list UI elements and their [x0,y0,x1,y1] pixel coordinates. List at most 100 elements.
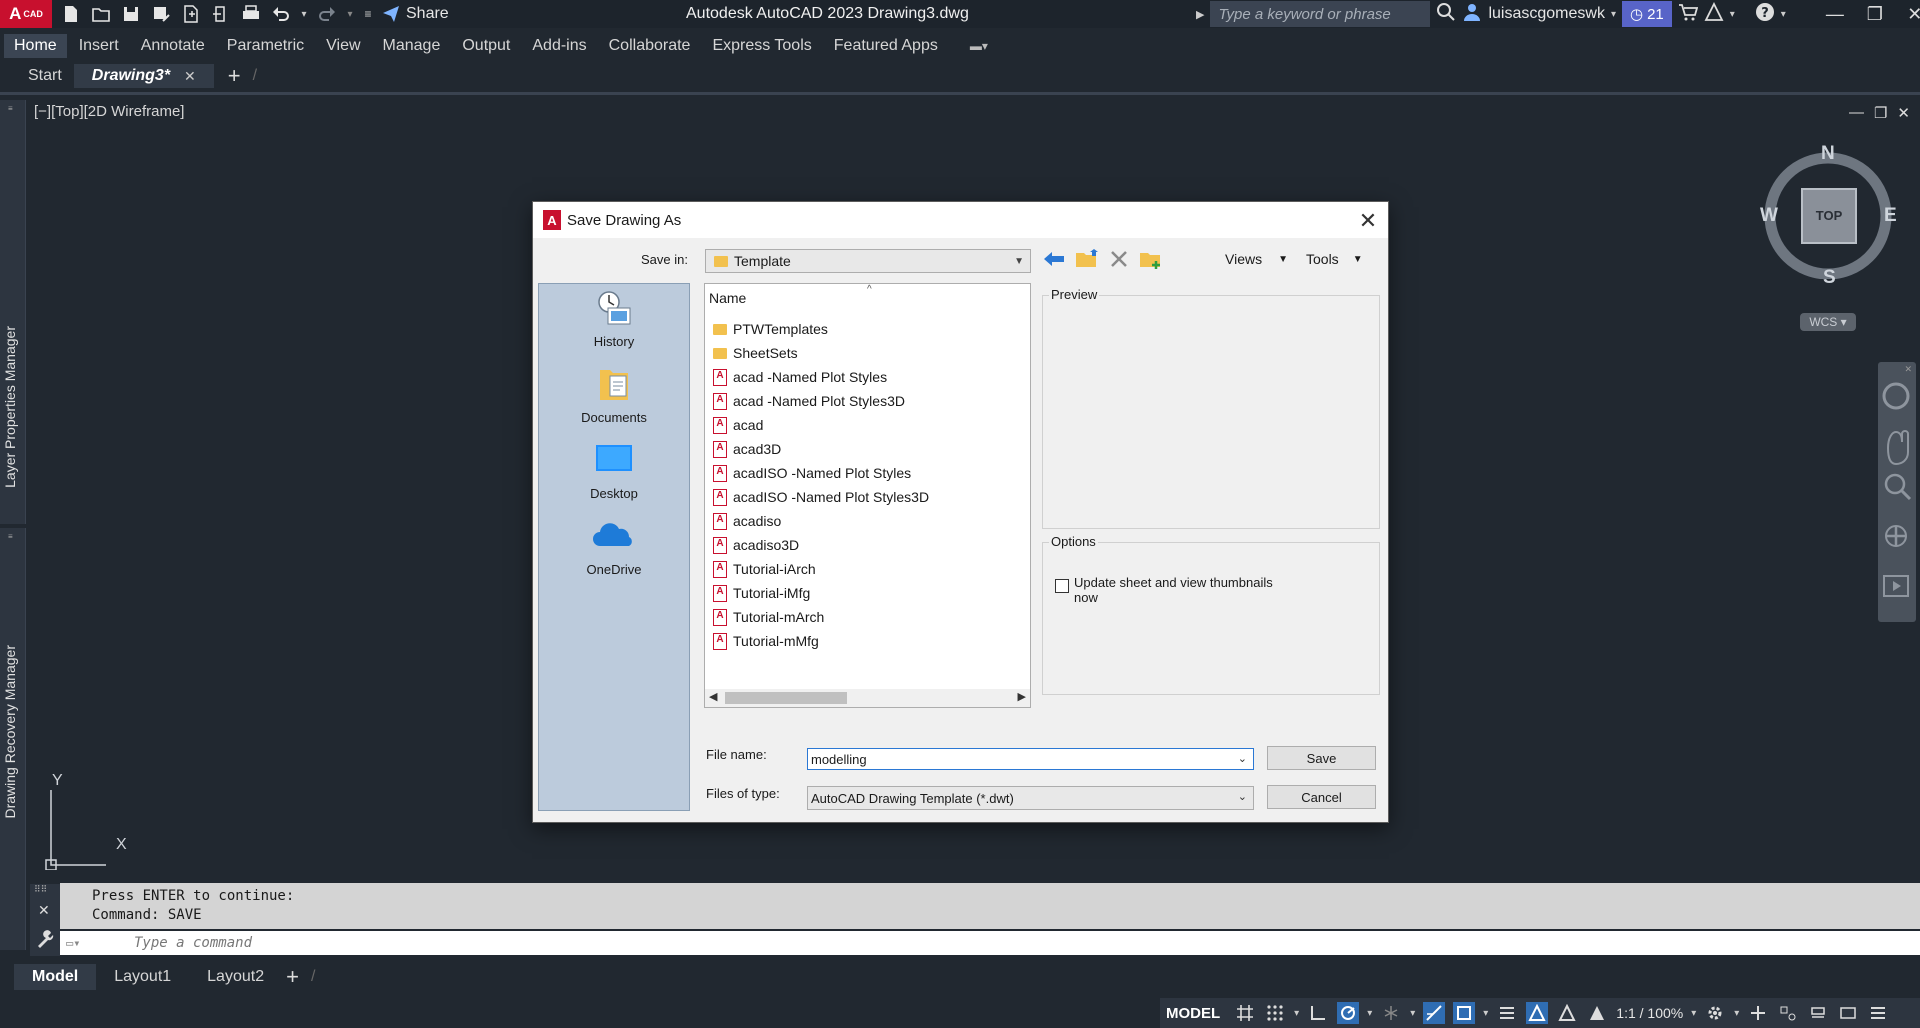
files-of-type-dropdown[interactable]: AutoCAD Drawing Template (*.dwt) ⌄ [807,786,1254,810]
app-menu-button[interactable]: A CAD [0,0,52,28]
undo-dropdown-icon[interactable]: ▾ [298,2,310,26]
annotation-scale-value[interactable]: 1:1 / 100% [1616,1005,1683,1021]
list-item[interactable]: PTWTemplates [713,318,828,340]
cancel-button[interactable]: Cancel [1267,785,1376,809]
object-snap-icon[interactable] [1453,1002,1476,1024]
tab-home[interactable]: Home [4,34,67,58]
list-item[interactable]: Aacad3D [713,438,781,460]
list-item[interactable]: AacadISO -Named Plot Styles [713,462,911,484]
list-item[interactable]: Aacad -Named Plot Styles3D [713,390,905,412]
help-dropdown-icon[interactable]: ▾ [1781,9,1786,20]
autodesk-app-icon[interactable] [1704,1,1724,27]
viewport-close-icon[interactable]: ✕ [1897,104,1910,122]
redo-icon[interactable] [314,2,340,26]
views-menu-button[interactable]: Views ▼ [1225,251,1288,267]
file-list[interactable]: ^ Name PTWTemplates SheetSets Aacad -Named… [704,283,1031,708]
tab-manage[interactable]: Manage [373,34,451,58]
dialog-title-bar[interactable]: A Save Drawing As ✕ [533,202,1388,238]
place-desktop[interactable]: Desktop [539,442,689,501]
update-thumbnails-checkbox[interactable] [1055,579,1069,593]
viewcube-east[interactable]: E [1884,205,1897,227]
viewcube-north[interactable]: N [1821,143,1835,165]
list-item[interactable]: Aacadiso3D [713,534,799,556]
user-name[interactable]: luisascgomeswk [1488,5,1604,23]
tab-view[interactable]: View [316,34,370,58]
scroll-left-icon[interactable]: ◀ [709,690,717,703]
list-item[interactable]: A Tutorial-mArch [713,606,824,628]
place-documents[interactable]: Documents [539,366,689,425]
tab-featured-apps[interactable]: Featured Apps [824,34,948,58]
redo-dropdown-icon[interactable]: ▾ [344,2,356,26]
close-tab-icon[interactable]: ✕ [184,68,196,85]
auto-scale-icon[interactable] [1556,1002,1578,1024]
plot-icon[interactable] [238,2,264,26]
user-icon[interactable] [1462,2,1482,27]
new-folder-icon[interactable] [1139,249,1163,274]
tab-express-tools[interactable]: Express Tools [702,34,821,58]
save-button[interactable]: Save [1267,746,1376,770]
list-item[interactable]: SheetSets [713,342,798,364]
isodraft-dropdown-icon[interactable]: ▾ [1410,1008,1415,1019]
new-file-icon[interactable] [58,2,84,26]
tab-parametric[interactable]: Parametric [217,34,314,58]
ribbon-display-toggle-icon[interactable]: ▬▾ [970,39,988,53]
close-window-icon[interactable]: ✕ [1898,0,1920,28]
app-dropdown-icon[interactable]: ▾ [1730,9,1735,20]
layer-properties-palette[interactable]: ≡ Layer Properties Manager [0,100,26,524]
new-tab-icon[interactable]: + [228,63,241,89]
tab-insert[interactable]: Insert [69,34,129,58]
list-item[interactable]: Aacad [713,414,763,436]
viewcube-top-face[interactable]: TOP [1807,208,1851,223]
drawing-recovery-palette[interactable]: ≡ Drawing Recovery Manager [0,528,26,950]
workspace-gear-icon[interactable] [1704,1002,1726,1024]
tab-start[interactable]: Start [0,64,74,88]
tab-add-ins[interactable]: Add-ins [522,34,596,58]
up-folder-icon[interactable] [1075,249,1099,274]
object-snap-tracking-icon[interactable] [1423,1002,1446,1024]
viewcube-south[interactable]: S [1823,267,1836,289]
palette-grip-icon[interactable]: ≡ [8,532,13,541]
dialog-close-icon[interactable]: ✕ [1356,208,1380,234]
viewport-restore-icon[interactable]: ❐ [1874,104,1887,122]
save-as-icon[interactable] [148,2,174,26]
search-icon[interactable] [1436,2,1456,27]
tab-model[interactable]: Model [14,964,97,990]
polar-dropdown-icon[interactable]: ▾ [1367,1008,1372,1019]
tab-collaborate[interactable]: Collaborate [599,34,701,58]
tab-drawing3[interactable]: Drawing3* ✕ [73,64,214,88]
share-button[interactable]: Share [382,5,449,23]
viewport-minimize-icon[interactable]: — [1849,104,1864,122]
units-icon[interactable] [1777,1002,1799,1024]
delete-icon[interactable] [1109,249,1129,274]
viewcube[interactable]: N S E W TOP [1760,143,1897,288]
isodraft-icon[interactable] [1380,1002,1402,1024]
chevron-down-icon[interactable]: ⌄ [1238,752,1247,765]
cart-icon[interactable] [1678,2,1698,27]
list-item[interactable]: Aacadiso [713,510,781,532]
palette-grip-icon[interactable]: ≡ [8,104,13,113]
minimize-icon[interactable]: — [1818,0,1852,28]
user-dropdown-icon[interactable]: ▾ [1611,9,1616,20]
tab-layout2[interactable]: Layout2 [189,964,282,990]
list-item[interactable]: A Tutorial-iArch [713,558,816,580]
tab-layout1[interactable]: Layout1 [96,964,189,990]
open-web-icon[interactable] [178,2,204,26]
customize-qat-icon[interactable]: ≡ [360,2,376,26]
viewport-controls-label[interactable]: [−][Top][2D Wireframe] [34,103,184,120]
scale-dropdown-icon[interactable]: ▾ [1691,1008,1696,1019]
back-arrow-icon[interactable] [1043,250,1065,273]
command-input[interactable]: ▭▾ Type a command [60,931,1920,955]
new-layout-icon[interactable]: + [286,964,299,990]
viewcube-west[interactable]: W [1760,205,1778,227]
hardware-acceleration-icon[interactable] [1807,1002,1829,1024]
workspace-dropdown-icon[interactable]: ▾ [1734,1008,1739,1019]
ortho-icon[interactable] [1307,1002,1329,1024]
place-history[interactable]: History [539,290,689,349]
update-thumbnails-label[interactable]: Update sheet and view thumbnails now [1074,575,1274,605]
file-name-input[interactable]: modelling ⌄ [807,748,1254,770]
annotation-monitor-icon[interactable] [1747,1002,1769,1024]
trial-days-badge[interactable]: ◷ 21 [1621,1,1672,27]
annotation-visibility-icon[interactable] [1526,1002,1549,1024]
horizontal-scrollbar[interactable]: ◀ ▶ [705,689,1030,707]
model-space-toggle[interactable]: MODEL [1166,1005,1226,1022]
